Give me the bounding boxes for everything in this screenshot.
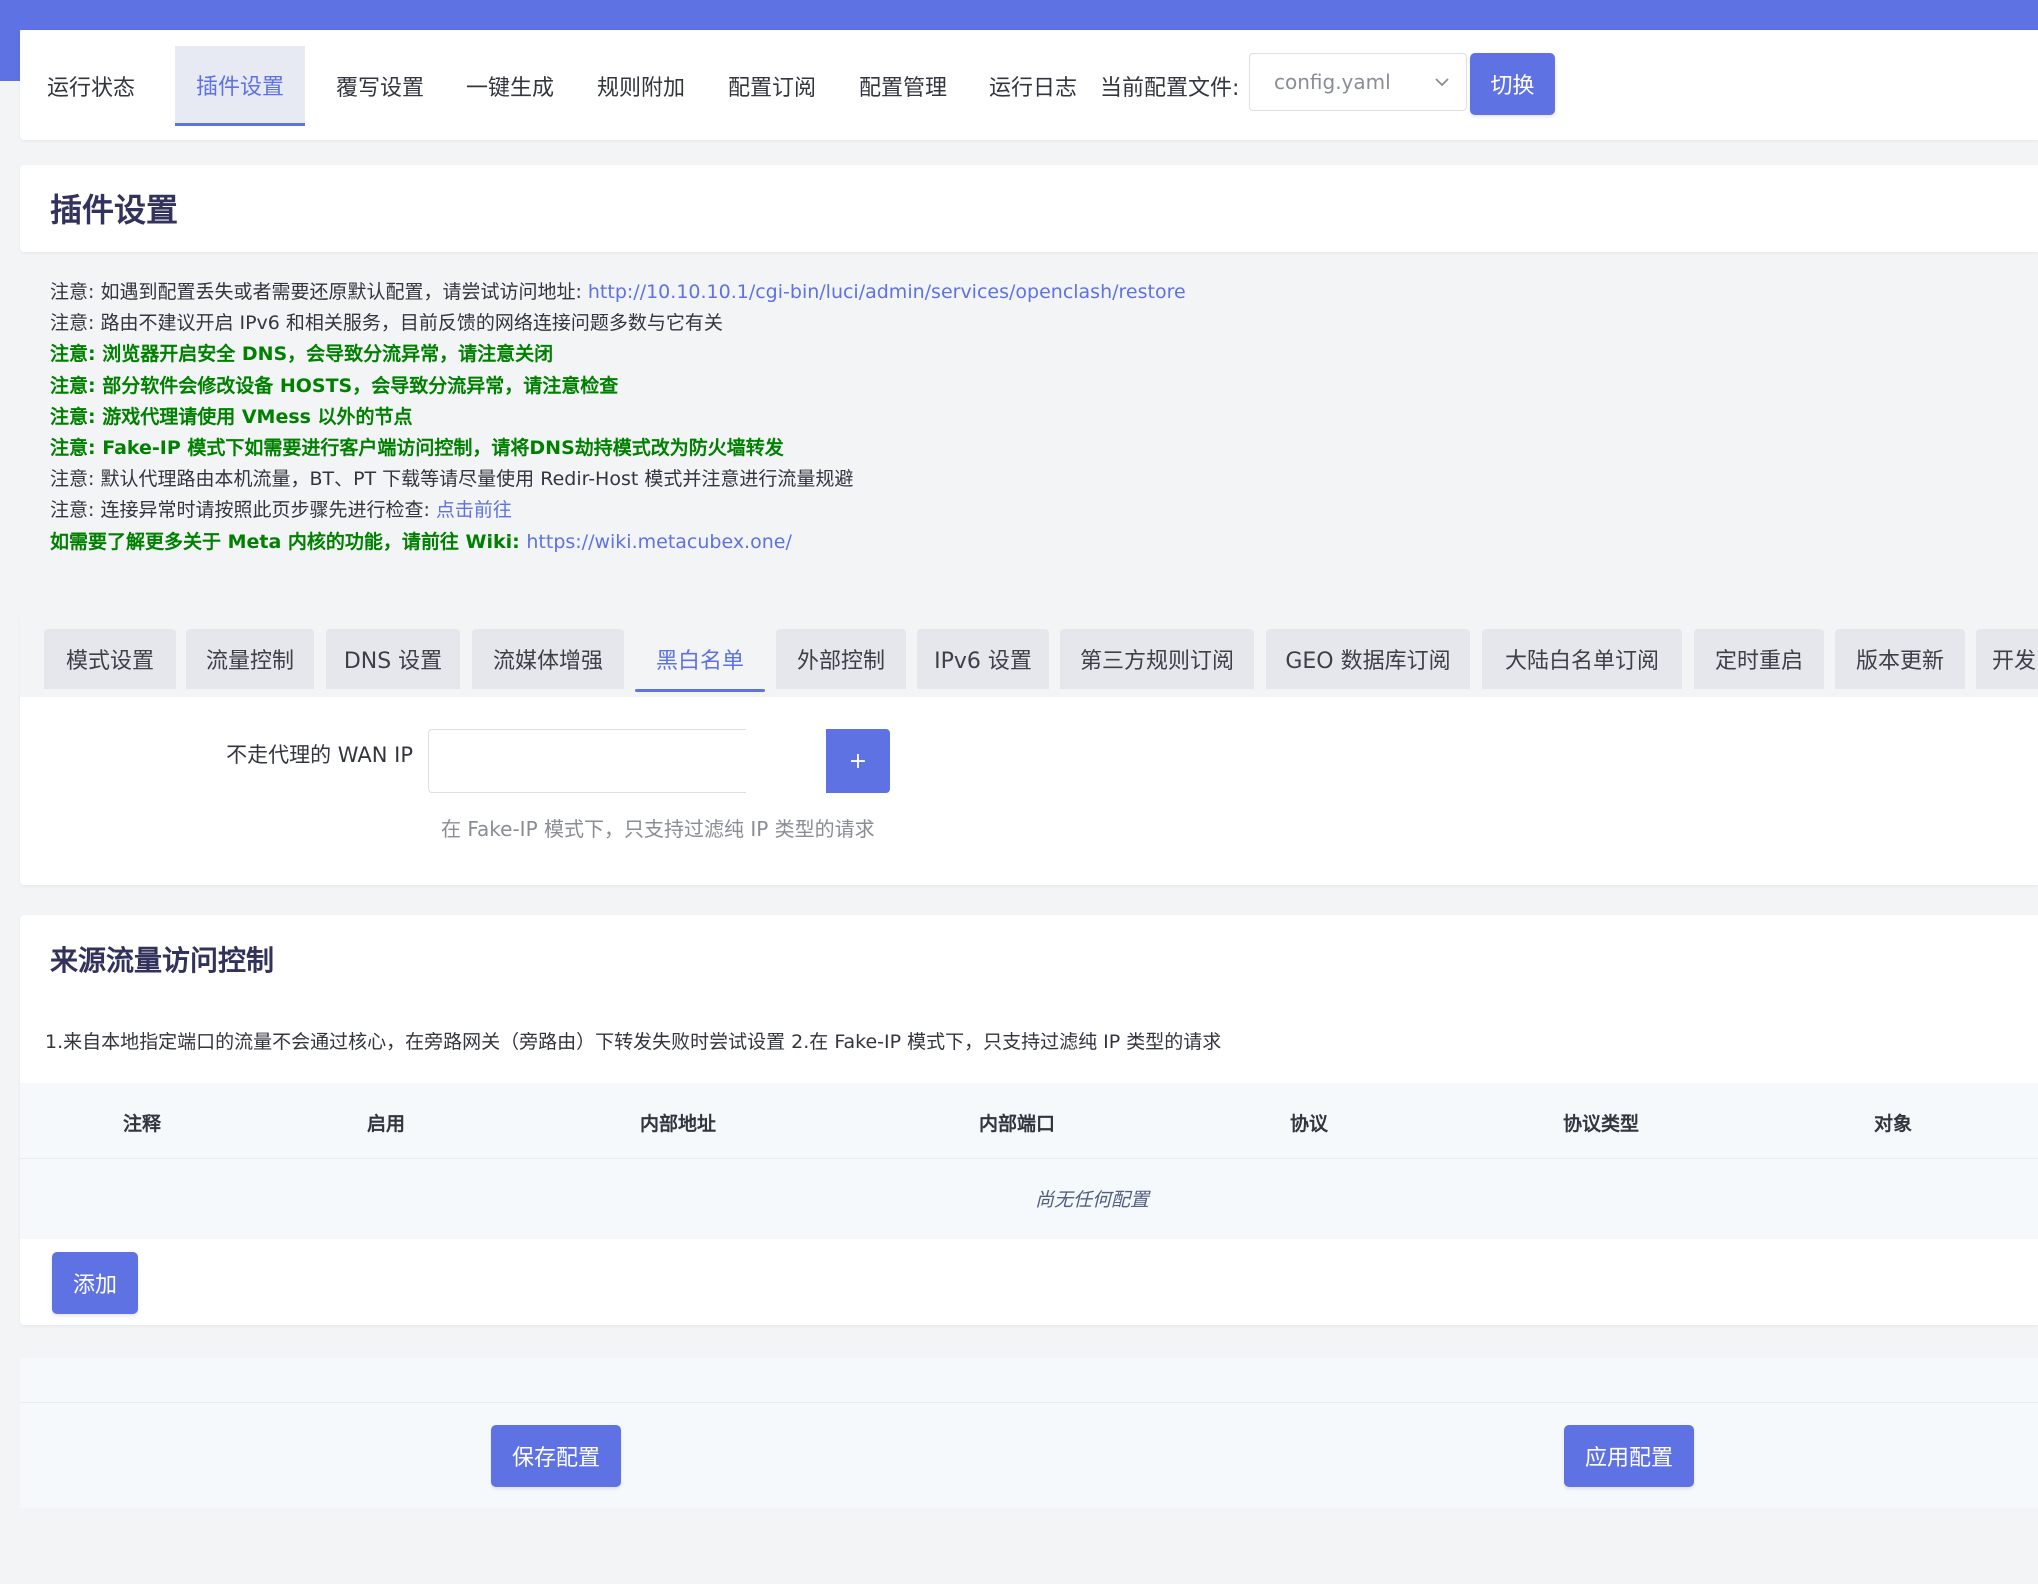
wan-ip-input[interactable]	[428, 729, 746, 793]
page-title-card: 插件设置	[20, 165, 2038, 252]
tab-scheduled-restart[interactable]: 定时重启	[1694, 629, 1824, 689]
empty-text: 尚无任何配置	[1034, 1189, 1150, 1211]
tab-streaming-enhance[interactable]: 流媒体增强	[472, 629, 624, 689]
note-fake-ip: 注意: Fake-IP 模式下如需要进行客户端访问控制，请将DNS劫持模式改为防…	[50, 437, 784, 460]
tab-geo-database[interactable]: GEO 数据库订阅	[1266, 629, 1470, 689]
source-control-desc: 1.来自本地指定端口的流量不会通过核心，在旁路网关（旁路由）下转发失败时尝试设置…	[45, 1031, 1222, 1053]
config-file-label: 当前配置文件:	[1100, 76, 1240, 101]
note-text: 注意: 连接异常时请按照此页步骤先进行检查:	[50, 499, 436, 522]
settings-tabs: 模式设置 流量控制 DNS 设置 流媒体增强 黑白名单 外部控制 IPv6 设置…	[20, 615, 2038, 697]
col-enabled: 启用	[366, 1113, 406, 1135]
note-meta-wiki: 如需要了解更多关于 Meta 内核的功能，请前往 Wiki: https://w…	[50, 527, 1950, 558]
nav-item-status[interactable]: 运行状态	[47, 46, 135, 126]
nav-item-run-log[interactable]: 运行日志	[978, 46, 1088, 126]
switch-button[interactable]: 切换	[1470, 53, 1555, 115]
nav-item-config-manage[interactable]: 配置管理	[848, 46, 958, 126]
note-restore: 注意: 如遇到配置丢失或者需要还原默认配置，请尝试访问地址: http://10…	[50, 277, 1950, 308]
main-nav: 运行状态 插件设置 覆写设置 一键生成 规则附加 配置订阅 配置管理 运行日志 …	[20, 30, 2038, 140]
col-target: 对象	[1873, 1113, 1913, 1135]
tab-version-update[interactable]: 版本更新	[1835, 629, 1965, 689]
page-title: 插件设置	[50, 191, 179, 229]
table-header: 注释 启用 内部地址 内部端口 协议 协议类型 对象	[20, 1083, 2038, 1159]
nav-item-one-click-generate[interactable]: 一键生成	[455, 46, 565, 126]
config-file-value: config.yaml	[1274, 70, 1391, 94]
col-internal-port: 内部端口	[978, 1113, 1056, 1135]
col-protocol-type: 协议类型	[1562, 1113, 1640, 1135]
note-check: 注意: 连接异常时请按照此页步骤先进行检查: 点击前往	[50, 495, 1950, 526]
tab-traffic-control[interactable]: 流量控制	[186, 629, 314, 689]
source-control-card: 来源流量访问控制 1.来自本地指定端口的流量不会通过核心，在旁路网关（旁路由）下…	[20, 915, 2038, 1325]
tab-mode-settings[interactable]: 模式设置	[44, 629, 176, 689]
wiki-link[interactable]: https://wiki.metacubex.one/	[526, 531, 791, 553]
config-file-select[interactable]: config.yaml	[1249, 53, 1467, 111]
table-row: 尚无任何配置	[20, 1159, 2038, 1239]
footer-divider	[20, 1358, 2038, 1403]
note-ipv6: 注意: 路由不建议开启 IPv6 和相关服务，目前反馈的网络连接问题多数与它有关	[50, 312, 723, 335]
footer-actions: 保存配置 应用配置	[20, 1403, 2038, 1508]
nav-item-config-subscribe[interactable]: 配置订阅	[717, 46, 827, 126]
col-protocol: 协议	[1289, 1113, 1329, 1135]
nav-item-override-settings[interactable]: 覆写设置	[325, 46, 435, 126]
col-comment: 注释	[122, 1113, 162, 1135]
note-text: 如需要了解更多关于 Meta 内核的功能，请前往 Wiki:	[50, 530, 527, 553]
notes-list: 注意: 如遇到配置丢失或者需要还原默认配置，请尝试访问地址: http://10…	[50, 277, 1950, 558]
tab-developer[interactable]: 开发	[1976, 629, 2038, 689]
restore-link[interactable]: http://10.10.10.1/cgi-bin/luci/admin/ser…	[588, 281, 1186, 303]
top-bar-accent	[0, 30, 20, 81]
col-internal-address: 内部地址	[639, 1113, 717, 1135]
tab-china-whitelist[interactable]: 大陆白名单订阅	[1482, 629, 1682, 689]
note-secure-dns: 注意: 浏览器开启安全 DNS，会导致分流异常，请注意关闭	[50, 343, 554, 366]
top-bar	[0, 0, 2038, 30]
note-game-proxy: 注意: 游戏代理请使用 VMess 以外的节点	[50, 405, 413, 428]
tab-third-party-rules[interactable]: 第三方规则订阅	[1060, 629, 1254, 689]
source-control-title: 来源流量访问控制	[50, 944, 275, 977]
tab-dns-settings[interactable]: DNS 设置	[326, 629, 460, 689]
tab-ipv6-settings[interactable]: IPv6 设置	[917, 629, 1049, 689]
nav-item-rule-append[interactable]: 规则附加	[586, 46, 696, 126]
settings-tabs-card: 模式设置 流量控制 DNS 设置 流媒体增强 黑白名单 外部控制 IPv6 设置…	[20, 615, 2038, 885]
check-link[interactable]: 点击前往	[436, 499, 512, 521]
wan-ip-label: 不走代理的 WAN IP	[226, 743, 413, 767]
note-hosts: 注意: 部分软件会修改设备 HOSTS，会导致分流异常，请注意检查	[50, 374, 619, 397]
add-wan-ip-button[interactable]: +	[826, 729, 890, 793]
save-config-button[interactable]: 保存配置	[491, 1425, 621, 1487]
tab-black-white-list[interactable]: 黑白名单	[635, 629, 765, 692]
tab-external-control[interactable]: 外部控制	[776, 629, 906, 689]
wan-ip-help: 在 Fake-IP 模式下，只支持过滤纯 IP 类型的请求	[441, 817, 875, 841]
nav-item-plugin-settings[interactable]: 插件设置	[175, 46, 305, 126]
note-text: 注意: 如遇到配置丢失或者需要还原默认配置，请尝试访问地址:	[50, 281, 588, 303]
add-button[interactable]: 添加	[52, 1252, 138, 1314]
chevron-down-icon	[1435, 78, 1449, 87]
apply-config-button[interactable]: 应用配置	[1564, 1425, 1694, 1487]
note-bt-pt: 注意: 默认代理路由本机流量，BT、PT 下载等请尽量使用 Redir-Host…	[50, 468, 854, 491]
